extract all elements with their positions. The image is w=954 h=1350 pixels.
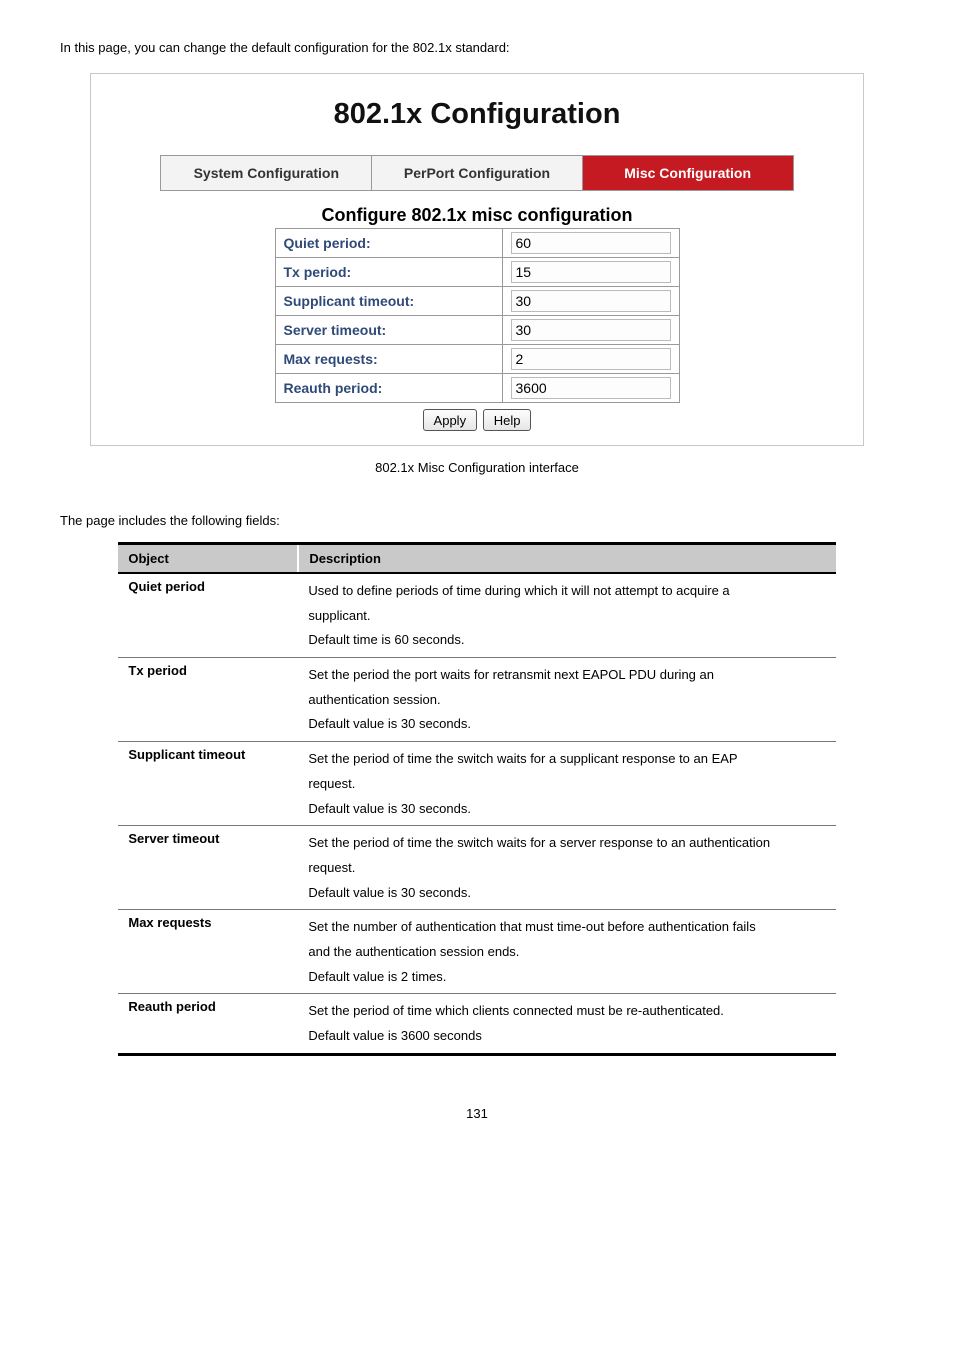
desc-object-text: Set the period of time the switch waits …	[298, 826, 835, 910]
apply-button[interactable]: Apply	[423, 409, 478, 431]
desc-row: Supplicant timeout Set the period of tim…	[118, 742, 835, 826]
row-supplicant-timeout: Supplicant timeout:	[275, 287, 679, 316]
desc-object-label: Quiet period	[118, 573, 298, 658]
figure-title: 802.1x Configuration	[91, 98, 863, 131]
label-tx-period: Tx period:	[275, 258, 502, 287]
intro-text: In this page, you can change the default…	[60, 40, 894, 55]
desc-line: Default value is 30 seconds.	[308, 712, 825, 737]
input-tx-period[interactable]	[511, 261, 671, 283]
input-reauth-period[interactable]	[511, 377, 671, 399]
desc-object-text: Used to define periods of time during wh…	[298, 573, 835, 658]
label-server-timeout: Server timeout:	[275, 316, 502, 345]
tabs-row: System Configuration PerPort Configurati…	[160, 155, 793, 191]
tab-system-configuration[interactable]: System Configuration	[161, 156, 372, 190]
row-server-timeout: Server timeout:	[275, 316, 679, 345]
page-number: 131	[60, 1106, 894, 1121]
desc-row: Tx period Set the period the port waits …	[118, 658, 835, 742]
label-quiet-period: Quiet period:	[275, 229, 502, 258]
figure-caption: 802.1x Misc Configuration interface	[60, 460, 894, 475]
desc-line: and the authentication session ends.	[308, 940, 825, 965]
desc-row: Server timeout Set the period of time th…	[118, 826, 835, 910]
label-max-requests: Max requests:	[275, 345, 502, 374]
desc-line: Set the period of time which clients con…	[308, 999, 825, 1024]
input-max-requests[interactable]	[511, 348, 671, 370]
desc-object-label: Supplicant timeout	[118, 742, 298, 826]
tab-perport-configuration[interactable]: PerPort Configuration	[372, 156, 583, 190]
desc-row: Reauth period Set the period of time whi…	[118, 994, 835, 1054]
desc-object-text: Set the period the port waits for retran…	[298, 658, 835, 742]
desc-line: Set the period of time the switch waits …	[308, 747, 825, 772]
row-tx-period: Tx period:	[275, 258, 679, 287]
row-quiet-period: Quiet period:	[275, 229, 679, 258]
desc-object-text: Set the period of time which clients con…	[298, 994, 835, 1054]
desc-object-text: Set the number of authentication that mu…	[298, 910, 835, 994]
help-button[interactable]: Help	[483, 409, 532, 431]
config-form-table: Quiet period: Tx period: Supplicant time…	[275, 228, 680, 403]
desc-line: Default value is 2 times.	[308, 965, 825, 990]
desc-line: request.	[308, 772, 825, 797]
desc-object-label: Tx period	[118, 658, 298, 742]
desc-line: request.	[308, 856, 825, 881]
desc-line: authentication session.	[308, 688, 825, 713]
desc-row: Quiet period Used to define periods of t…	[118, 573, 835, 658]
label-supplicant-timeout: Supplicant timeout:	[275, 287, 502, 316]
desc-line: Default time is 60 seconds.	[308, 628, 825, 653]
input-quiet-period[interactable]	[511, 232, 671, 254]
desc-object-text: Set the period of time the switch waits …	[298, 742, 835, 826]
tab-misc-configuration[interactable]: Misc Configuration	[583, 156, 793, 190]
page-root: In this page, you can change the default…	[0, 0, 954, 1141]
fields-intro: The page includes the following fields:	[60, 513, 894, 528]
description-table: Object Description Quiet period Used to …	[118, 542, 835, 1056]
desc-header-object: Object	[118, 544, 298, 574]
desc-line: Used to define periods of time during wh…	[308, 579, 825, 604]
button-row: Apply Help	[91, 409, 863, 431]
desc-line: supplicant.	[308, 604, 825, 629]
desc-line: Set the period of time the switch waits …	[308, 831, 825, 856]
config-figure: 802.1x Configuration System Configuratio…	[90, 73, 864, 446]
desc-object-label: Reauth period	[118, 994, 298, 1054]
desc-row: Max requests Set the number of authentic…	[118, 910, 835, 994]
desc-line: Default value is 3600 seconds	[308, 1024, 825, 1049]
desc-line: Set the period the port waits for retran…	[308, 663, 825, 688]
desc-line: Default value is 30 seconds.	[308, 797, 825, 822]
section-heading: Configure 802.1x misc configuration	[91, 205, 863, 226]
desc-line: Set the number of authentication that mu…	[308, 915, 825, 940]
desc-object-label: Server timeout	[118, 826, 298, 910]
desc-header-description: Description	[298, 544, 835, 574]
row-max-requests: Max requests:	[275, 345, 679, 374]
input-supplicant-timeout[interactable]	[511, 290, 671, 312]
label-reauth-period: Reauth period:	[275, 374, 502, 403]
desc-line: Default value is 30 seconds.	[308, 881, 825, 906]
input-server-timeout[interactable]	[511, 319, 671, 341]
desc-object-label: Max requests	[118, 910, 298, 994]
row-reauth-period: Reauth period:	[275, 374, 679, 403]
